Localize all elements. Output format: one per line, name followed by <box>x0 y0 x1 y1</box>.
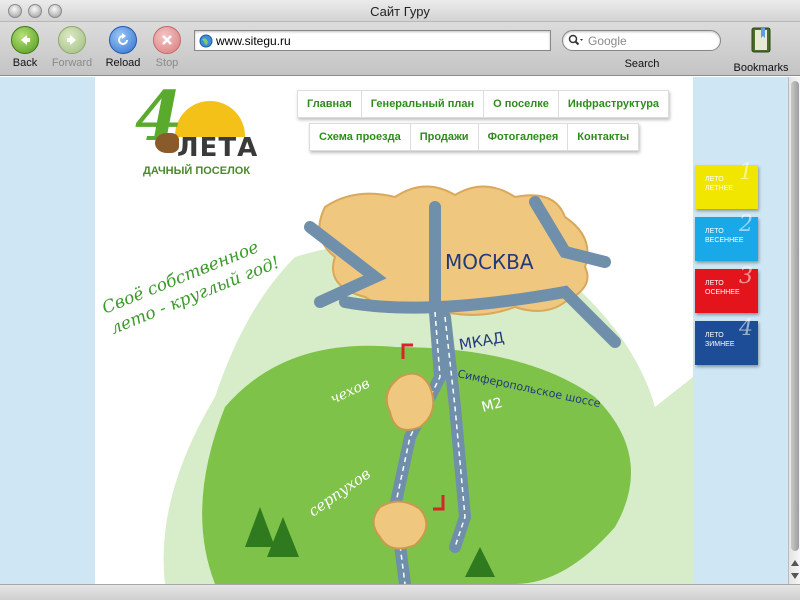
site-logo[interactable]: 4 ЛЕТА ДАЧНЫЙ ПОСЕЛОК <box>133 81 273 181</box>
nav-link-directions[interactable]: Схема проезда <box>310 124 411 150</box>
forward-arrow-icon <box>58 26 86 54</box>
scroll-down-arrow-icon[interactable] <box>791 573 799 579</box>
web-viewport: 4 ЛЕТА ДАЧНЫЙ ПОСЕЛОК Главная Генеральны… <box>0 77 788 584</box>
forward-label: Forward <box>51 57 93 69</box>
season-tab-autumn[interactable]: ЛЕТО ОСЕННЕЕ 3 <box>695 264 758 313</box>
nav-link-gallery[interactable]: Фотогалерея <box>479 124 569 150</box>
window-title: Сайт Гуру <box>370 4 430 19</box>
season-tab-autumn-number: 3 <box>739 264 753 289</box>
nav-link-master-plan[interactable]: Генеральный план <box>362 91 485 117</box>
scrollbar-thumb[interactable] <box>791 81 799 551</box>
scroll-up-arrow-icon[interactable] <box>791 560 799 566</box>
logo-subtitle: ДАЧНЫЙ ПОСЕЛОК <box>143 165 251 177</box>
search-field[interactable]: Google <box>562 30 721 51</box>
back-arrow-icon <box>11 26 39 54</box>
globe-icon <box>199 34 213 48</box>
search-icon <box>568 34 583 46</box>
nav-link-home[interactable]: Главная <box>298 91 362 117</box>
season-tab-winter-label2: ЗИМНЕЕ <box>705 341 735 348</box>
stop-icon <box>153 26 181 54</box>
season-tab-spring[interactable]: ЛЕТО ВЕСЕННЕЕ 2 <box>695 212 758 261</box>
reload-icon <box>109 26 137 54</box>
season-tab-spring-label2: ВЕСЕННЕЕ <box>705 237 744 244</box>
vertical-scrollbar[interactable] <box>788 77 800 584</box>
season-tab-winter-number: 4 <box>739 316 753 341</box>
nav-link-contacts[interactable]: Контакты <box>568 124 638 150</box>
season-tab-summer-label2: ЛЕТНЕЕ <box>705 185 733 192</box>
season-tab-summer[interactable]: ЛЕТО ЛЕТНЕЕ 1 <box>695 160 758 209</box>
map-label-mkad: МКАД <box>458 328 506 354</box>
map-label-serpukhov: серпухов <box>305 464 374 520</box>
back-button[interactable]: Back <box>0 26 50 69</box>
bookmarks-book-icon <box>751 27 771 53</box>
browser-toolbar: Back Forward Reload Stop www.sitegu.ru G… <box>0 22 800 76</box>
slogan: Своё собственное лето - круглый год! <box>99 217 319 340</box>
stop-button[interactable]: Stop <box>142 26 192 69</box>
reload-label: Reload <box>105 57 141 69</box>
map-label-chekhov: чехов <box>328 376 372 408</box>
logo-name: ЛЕТА <box>177 133 259 163</box>
bookmarks-button[interactable]: Bookmarks <box>726 26 796 74</box>
map-label-highway: Симферопольское шоссе <box>456 367 602 410</box>
address-bar[interactable]: www.sitegu.ru <box>194 30 551 51</box>
nav-link-sales[interactable]: Продажи <box>411 124 479 150</box>
reload-button[interactable]: Reload <box>98 26 148 69</box>
search-placeholder: Google <box>588 34 627 48</box>
map-label-moscow: МОСКВА <box>445 250 534 274</box>
main-nav-bottom: Схема проезда Продажи Фотогалерея Контак… <box>309 123 640 151</box>
title-bar: Сайт Гуру <box>0 0 800 22</box>
back-label: Back <box>12 57 38 69</box>
nav-link-infrastructure[interactable]: Инфраструктура <box>559 91 668 117</box>
page-content: 4 ЛЕТА ДАЧНЫЙ ПОСЕЛОК Главная Генеральны… <box>95 77 693 584</box>
search-label: Search <box>624 58 660 70</box>
season-tab-spring-number: 2 <box>739 212 753 237</box>
status-bar <box>0 584 800 600</box>
nav-link-about[interactable]: О поселке <box>484 91 559 117</box>
season-tab-autumn-label2: ОСЕННЕЕ <box>705 289 740 296</box>
hedgehog-icon <box>155 133 179 153</box>
season-tab-winter[interactable]: ЛЕТО ЗИМНЕЕ 4 <box>695 316 758 365</box>
url-text: www.sitegu.ru <box>216 34 291 48</box>
sun-shape <box>175 101 245 137</box>
map-label-m2: М2 <box>480 395 504 416</box>
forward-button[interactable]: Forward <box>47 26 97 69</box>
season-tab-summer-number: 1 <box>739 160 753 185</box>
bookmarks-label: Bookmarks <box>733 62 789 74</box>
main-nav-top: Главная Генеральный план О поселке Инфра… <box>297 90 670 118</box>
stop-label: Stop <box>155 57 179 69</box>
